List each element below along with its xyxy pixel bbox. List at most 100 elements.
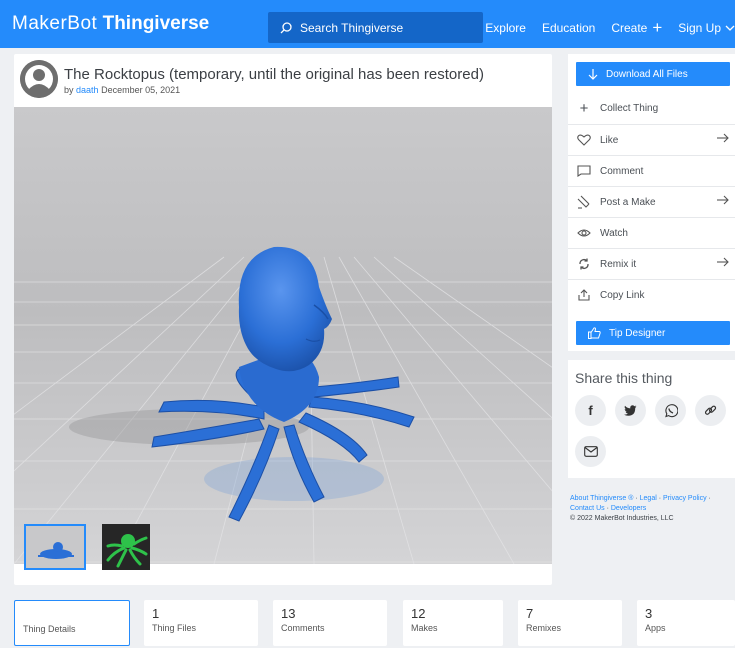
user-avatar-icon: [20, 60, 58, 98]
arrow-down-icon: [588, 68, 598, 80]
thumbnail-green-render[interactable]: [102, 524, 150, 570]
nav-signup[interactable]: Sign Up: [678, 21, 735, 35]
remix-it-label: Remix it: [600, 258, 637, 270]
thing-byline: by daath December 05, 2021: [64, 85, 180, 95]
whatsapp-icon: [664, 403, 678, 417]
copyright-text: © 2022 MakerBot Industries, LLC: [570, 515, 674, 522]
download-all-label: Download All Files: [606, 68, 688, 80]
publish-date: December 05, 2021: [101, 85, 181, 95]
collect-thing-label: Collect Thing: [600, 103, 659, 114]
nav-signup-label: Sign Up: [678, 20, 721, 35]
post-a-make-button[interactable]: Post a Make: [568, 186, 735, 217]
share-email-button[interactable]: [575, 436, 606, 467]
tab-label: Remixes: [526, 623, 562, 633]
tab-makes[interactable]: 12 Makes: [403, 600, 503, 646]
tab-count: 13: [281, 606, 296, 621]
tab-count: 3: [645, 606, 653, 621]
arrow-right-icon: [717, 257, 729, 267]
copy-link-label: Copy Link: [600, 289, 645, 301]
watch-label: Watch: [600, 227, 628, 239]
by-label: by: [64, 85, 74, 95]
image-thumbnails: [24, 524, 166, 570]
tab-thing-details[interactable]: Thing Details: [14, 600, 130, 646]
share-facebook-button[interactable]: f: [575, 395, 606, 426]
tab-comments[interactable]: 13 Comments: [273, 600, 387, 646]
search-placeholder: Search Thingiverse: [300, 20, 404, 35]
plus-icon: +: [579, 100, 589, 117]
nav-explore[interactable]: Explore: [485, 21, 526, 35]
watch-button[interactable]: Watch: [568, 217, 735, 248]
tab-count: 7: [526, 606, 534, 621]
makerbot-thingiverse-logo[interactable]: MakerBot Thingiverse: [12, 12, 209, 36]
tab-label: Apps: [645, 623, 666, 633]
tab-count: [23, 607, 121, 624]
tip-designer-label: Tip Designer: [609, 327, 666, 339]
about-thingiverse-link[interactable]: About Thingiverse ®: [570, 495, 633, 502]
copy-link-button[interactable]: Copy Link: [568, 279, 735, 310]
nav-create[interactable]: Create +: [611, 17, 663, 37]
remix-icon: [574, 258, 594, 270]
top-navigation-bar: MakerBot Thingiverse Search Thingiverse …: [0, 0, 735, 48]
tab-label: Thing Files: [152, 623, 197, 633]
chevron-down-icon: [725, 25, 735, 31]
thing-tabs: Thing Details 1 Thing Files 13 Comments …: [0, 598, 735, 648]
comment-icon: [574, 165, 594, 177]
avatar[interactable]: [20, 60, 58, 98]
tab-count: 12: [411, 606, 426, 621]
download-all-files-button[interactable]: Download All Files: [576, 62, 730, 86]
legal-link[interactable]: Legal: [640, 495, 657, 502]
thumbs-up-icon: [588, 327, 601, 339]
tab-count: 1: [152, 606, 160, 621]
privacy-policy-link[interactable]: Privacy Policy: [663, 495, 707, 502]
arrow-right-icon: [717, 133, 729, 143]
eye-icon: [574, 228, 594, 238]
tab-thing-files[interactable]: 1 Thing Files: [144, 600, 258, 646]
facebook-icon: f: [588, 403, 593, 418]
footer-links: About Thingiverse ® · Legal · Privacy Po…: [570, 494, 735, 524]
tab-label: Makes: [411, 623, 438, 633]
share-panel: Share this thing f: [568, 360, 735, 478]
tab-apps[interactable]: 3 Apps: [637, 600, 735, 646]
rocktopus-render: [14, 107, 552, 564]
search-icon: [280, 21, 292, 33]
share-twitter-button[interactable]: [615, 395, 646, 426]
search-input[interactable]: Search Thingiverse: [268, 12, 483, 43]
arrow-right-icon: [717, 195, 729, 205]
remix-it-button[interactable]: Remix it: [568, 248, 735, 279]
thumbnail-green-image: [102, 524, 150, 570]
comment-label: Comment: [600, 165, 644, 177]
contact-us-link[interactable]: Contact Us: [570, 505, 605, 512]
tab-label: Thing Details: [23, 624, 76, 634]
like-button[interactable]: Like: [568, 124, 735, 155]
plus-icon: +: [652, 17, 663, 37]
header-nav: Explore Education Create + Sign Up: [469, 12, 735, 43]
share-upload-icon: [574, 289, 594, 301]
thing-main-card: The Rocktopus (temporary, until the orig…: [14, 54, 552, 585]
share-whatsapp-button[interactable]: [655, 395, 686, 426]
link-icon: [704, 405, 717, 415]
author-link[interactable]: daath: [76, 85, 99, 95]
post-a-make-label: Post a Make: [600, 196, 656, 208]
logo-thingiverse: Thingiverse: [102, 13, 210, 34]
share-link-button[interactable]: [695, 395, 726, 426]
thumbnail-blue-render[interactable]: [24, 524, 86, 570]
collect-thing-button[interactable]: + Collect Thing: [568, 93, 735, 124]
twitter-icon: [624, 405, 637, 416]
share-title: Share this thing: [575, 370, 673, 386]
model-preview-image[interactable]: [14, 107, 552, 564]
make-icon: [574, 195, 594, 209]
nav-education[interactable]: Education: [542, 21, 595, 35]
footer-separator: ·: [706, 495, 711, 502]
thing-actions-panel: Download All Files + Collect Thing Like …: [568, 54, 735, 351]
tip-designer-button[interactable]: Tip Designer: [576, 321, 730, 345]
tab-label: Comments: [281, 623, 325, 633]
developers-link[interactable]: Developers: [611, 505, 646, 512]
email-icon: [583, 446, 598, 457]
thumbnail-blue-image: [26, 526, 84, 568]
comment-button[interactable]: Comment: [568, 155, 735, 186]
like-label: Like: [600, 134, 619, 146]
page-title: The Rocktopus (temporary, until the orig…: [64, 66, 484, 83]
tab-remixes[interactable]: 7 Remixes: [518, 600, 622, 646]
logo-makerbot: MakerBot: [12, 13, 98, 34]
nav-create-label: Create: [611, 20, 648, 35]
